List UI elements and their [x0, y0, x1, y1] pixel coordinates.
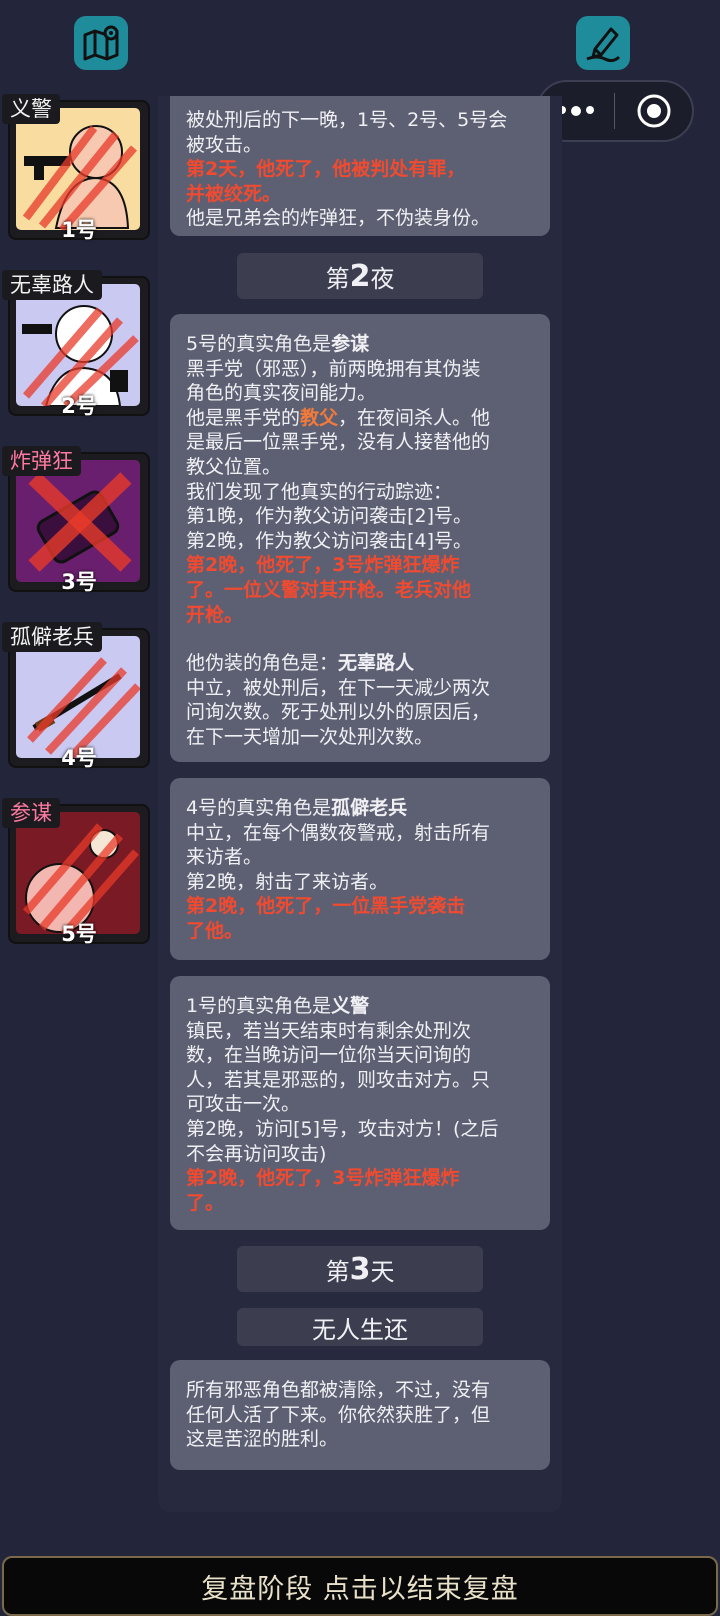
log-line: 这是苦涩的胜利。 — [186, 1428, 339, 1451]
log-line: 是最后一位黑手党，没有人接替他的 — [186, 431, 491, 454]
death-note: 了。一位义警对其开枪。老兵对他 — [186, 578, 472, 601]
player-card-4[interactable]: 孤僻老兵 4号 — [2, 622, 150, 770]
notes-button[interactable] — [576, 16, 630, 70]
log-line: 被处刑后的下一晚，1号、2号、5号会 — [186, 109, 508, 131]
player-number: 3号 — [61, 570, 97, 594]
log-card-day2-execution: …… 被处刑后的下一晚，1号、2号、5号会 被攻击。 第2天，他死了，他被判处有… — [170, 96, 550, 236]
player-role-label: 无辜路人 — [2, 270, 102, 300]
banner-text: 天 — [370, 1257, 395, 1286]
death-note: 第2晚，他死了，3号炸弹狂爆炸 — [186, 554, 460, 577]
death-note: 开枪。 — [186, 603, 244, 626]
banner-text: 无人生还 — [312, 1315, 408, 1344]
player-number: 2号 — [61, 394, 97, 418]
log-line: 被攻击。 — [186, 133, 263, 156]
log-line: 问询次数。死于处刑以外的原因后， — [186, 701, 491, 724]
map-icon — [83, 25, 119, 61]
player-role-label: 参谋 — [2, 798, 60, 828]
phase-banner-day3: 第3天 — [237, 1246, 483, 1292]
result-banner: 无人生还 — [237, 1308, 483, 1346]
player-portrait — [16, 812, 140, 934]
log-line: 4号的真实角色是孤僻老兵 — [186, 797, 408, 819]
player-portrait — [16, 108, 140, 230]
log-line: 第1晚，作为教父访问袭击[2]号。 — [186, 505, 473, 528]
log-line: 可攻击一次。 — [186, 1093, 301, 1116]
death-note: 了。 — [186, 1191, 225, 1214]
log-line: 任何人活了下来。你依然获胜了，但 — [186, 1403, 491, 1426]
log-card-player4: 4号的真实角色是孤僻老兵 中立，在每个偶数夜警戒，射击所有 来访者。 第2晚，射… — [170, 778, 550, 960]
death-note: 了他。 — [186, 919, 244, 942]
end-review-label: 复盘阶段 点击以结束复盘 — [201, 1573, 519, 1605]
log-line: 5号的真实角色是参谋 — [186, 333, 370, 355]
player-card-3[interactable]: 炸弹狂 3号 — [2, 446, 150, 594]
log-line: 黑手党（邪恶），前两晚拥有其伪装 — [186, 357, 481, 380]
player-number: 4号 — [61, 746, 97, 770]
phase-banner-night2: 第2夜 — [237, 253, 483, 299]
log-line: 数，在当晚访问一位你当天问询的 — [186, 1044, 472, 1067]
banner-number: 2 — [349, 258, 371, 294]
banner-text: 第 — [325, 1257, 350, 1286]
log-line: 第2晚，射击了来访者。 — [186, 870, 389, 893]
log-line: 他伪装的角色是：无辜路人 — [186, 652, 415, 675]
player-number: 5号 — [61, 922, 97, 946]
player-portrait — [16, 636, 140, 758]
log-line: 所有邪恶角色都被清除，不过，没有 — [186, 1379, 491, 1401]
pen-icon — [586, 27, 621, 63]
death-note: 并被绞死。 — [186, 182, 282, 205]
log-line: 我们发现了他真实的行动踪迹： — [186, 480, 453, 503]
death-note: 第2晚，他死了，3号炸弹狂爆炸 — [186, 1167, 460, 1190]
log-line: 教父位置。 — [186, 455, 282, 478]
log-line: 第2晚，作为教父访问袭击[4]号。 — [186, 529, 473, 552]
banner-text: 夜 — [370, 264, 395, 293]
death-note: 第2晚，他死了，一位黑手党袭击 — [186, 895, 466, 918]
player-portrait — [16, 284, 140, 406]
banner-number: 3 — [349, 1251, 371, 1287]
review-log[interactable]: …… 被处刑后的下一晚，1号、2号、5号会 被攻击。 第2天，他死了，他被判处有… — [158, 96, 562, 1512]
log-line: 他是兄弟会的炸弹狂，不伪装身份。 — [186, 207, 491, 230]
log-line: 来访者。 — [186, 846, 263, 869]
log-line: 人，若其是邪恶的，则攻击对方。只 — [186, 1068, 491, 1091]
log-line: 中立，在每个偶数夜警戒，射击所有 — [186, 821, 491, 844]
player-card-2[interactable]: 无辜路人 2号 — [2, 270, 150, 418]
player-card-1[interactable]: 义警 1号 — [2, 94, 150, 242]
death-note: 第2天，他死了，他被判处有罪， — [186, 158, 466, 181]
banner-text: 第 — [325, 264, 350, 293]
log-line: 角色的真实夜间能力。 — [186, 382, 377, 405]
log-line: 在下一天增加一次处刑次数。 — [186, 725, 434, 748]
log-line: 他是黑手党的教父，在夜间杀人。他 — [186, 406, 491, 429]
log-line: 镇民，若当天结束时有剩余处刑次 — [186, 1019, 472, 1042]
log-card-result: 所有邪恶角色都被清除，不过，没有 任何人活了下来。你依然获胜了，但 这是苦涩的胜… — [170, 1360, 550, 1470]
close-miniprogram-icon[interactable] — [615, 93, 692, 129]
log-card-player5: 5号的真实角色是参谋 黑手党（邪恶），前两晚拥有其伪装 角色的真实夜间能力。 他… — [170, 314, 550, 762]
log-line: …… — [186, 96, 224, 108]
log-line: 不会再访问攻击) — [186, 1142, 327, 1165]
player-role-label: 孤僻老兵 — [2, 622, 102, 652]
map-button[interactable] — [74, 16, 128, 70]
log-line: 1号的真实角色是义警 — [186, 995, 370, 1017]
player-role-label: 炸弹狂 — [2, 446, 81, 476]
player-portrait — [16, 460, 140, 582]
player-number: 1号 — [61, 218, 97, 242]
log-line: 第2晚，访问[5]号，攻击对方！(之后 — [186, 1117, 499, 1140]
log-line: 中立，被处刑后，在下一天减少两次 — [186, 676, 491, 699]
log-card-player1: 1号的真实角色是义警 镇民，若当天结束时有剩余处刑次 数，在当晚访问一位你当天问… — [170, 976, 550, 1230]
player-card-5[interactable]: 参谋 5号 — [2, 798, 150, 946]
end-review-button[interactable]: 复盘阶段 点击以结束复盘 — [2, 1556, 718, 1616]
player-role-label: 义警 — [2, 94, 60, 124]
